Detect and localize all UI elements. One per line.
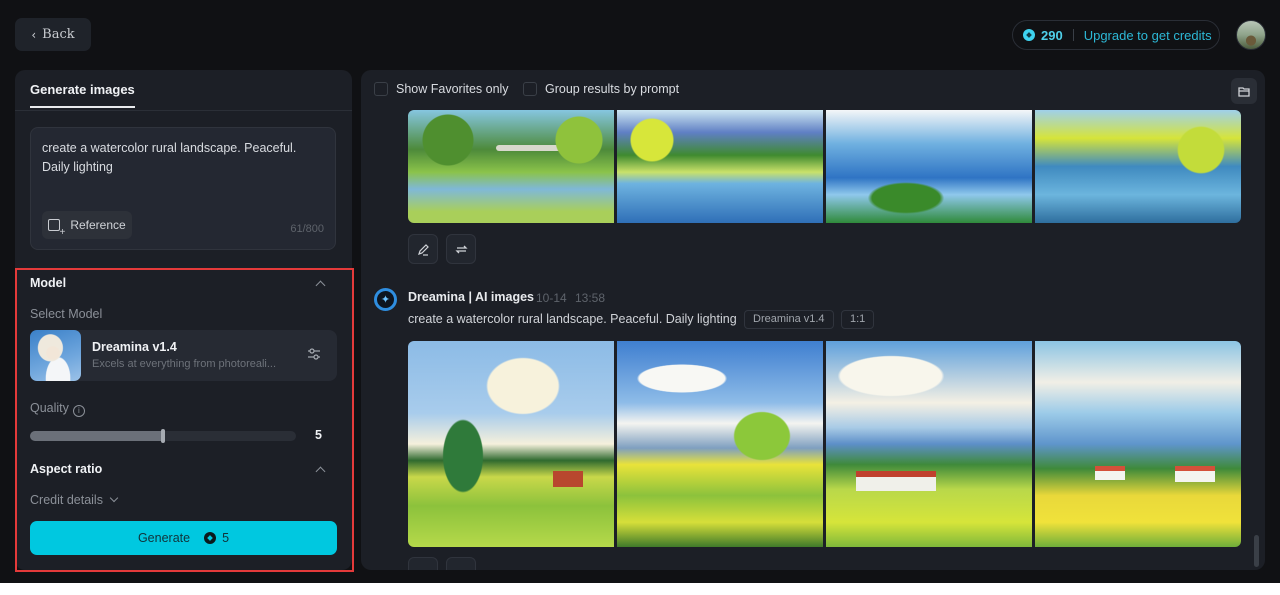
repeat-icon (454, 245, 468, 253)
folder-button[interactable] (1231, 78, 1257, 104)
result-image[interactable] (408, 110, 614, 223)
model-description: Excels at everything from photoreali... (92, 358, 277, 370)
add-image-icon (48, 219, 65, 238)
regenerate-button[interactable] (446, 234, 476, 264)
generation-title: Dreamina | AI images (408, 290, 535, 304)
info-icon[interactable]: i (72, 405, 85, 417)
model-thumbnail (30, 330, 81, 381)
model-settings-section: Model Select Model Dreamina v1.4 Excels … (15, 268, 354, 572)
result-image[interactable] (408, 341, 614, 547)
quality-slider-thumb[interactable] (161, 429, 165, 443)
edit-button[interactable] (408, 234, 438, 264)
model-selector[interactable]: Dreamina v1.4 Excels at everything from … (30, 330, 337, 381)
back-button[interactable]: ‹ Back (15, 18, 91, 51)
generate-cost: 5 (222, 531, 230, 545)
upgrade-link[interactable]: Upgrade to get credits (1084, 28, 1212, 43)
credit-details-toggle[interactable]: Credit details (30, 493, 119, 507)
prompt-input[interactable]: create a watercolor rural landscape. Pea… (30, 127, 336, 250)
result-image[interactable] (826, 110, 1032, 223)
result-image[interactable] (617, 341, 823, 547)
show-favorites-checkbox[interactable] (374, 82, 388, 96)
model-tag: Dreamina v1.4 (744, 310, 834, 329)
chevron-down-icon (109, 493, 119, 503)
results-scrollbar[interactable] (1254, 535, 1259, 567)
model-name: Dreamina v1.4 (92, 340, 177, 354)
quality-label-wrap: Quality i (30, 401, 85, 417)
prompt-text[interactable]: create a watercolor rural landscape. Pea… (42, 139, 327, 177)
generate-button[interactable]: Generate 5 (30, 521, 337, 555)
model-section-title: Model (30, 276, 67, 290)
group-results-label: Group results by prompt (545, 82, 680, 96)
tab-divider (15, 110, 352, 111)
generation-time: 13:58 (575, 291, 606, 305)
credit-count: 290 (1041, 27, 1063, 43)
show-favorites-label: Show Favorites only (396, 82, 509, 96)
collapse-aspect-icon[interactable] (315, 466, 326, 477)
result-image[interactable] (617, 110, 823, 223)
quality-value: 5 (315, 428, 322, 442)
image-row-latest (408, 341, 1241, 547)
pill-divider (1072, 29, 1074, 41)
generate-label: Generate (137, 531, 191, 545)
reference-label: Reference (70, 218, 126, 232)
edit-button[interactable] (408, 557, 438, 570)
user-avatar[interactable] (1236, 20, 1266, 50)
folder-icon (1238, 86, 1250, 97)
quality-slider-fill (30, 431, 163, 441)
sliders-icon[interactable] (307, 347, 321, 361)
quality-label: Quality (30, 401, 69, 415)
pencil-icon (417, 243, 429, 256)
chevron-left-icon: ‹ (31, 27, 37, 42)
credit-icon (1023, 29, 1035, 41)
generation-date: 10-14 (536, 291, 567, 305)
credits-pill: 290 Upgrade to get credits (1012, 20, 1220, 50)
reference-button[interactable]: Reference (42, 211, 132, 239)
select-model-label: Select Model (30, 307, 103, 321)
generation-prompt: create a watercolor rural landscape. Pea… (408, 312, 737, 326)
results-panel: Show Favorites only Group results by pro… (361, 70, 1265, 570)
generate-panel: Generate images create a watercolor rura… (15, 70, 354, 572)
tab-generate-images[interactable]: Generate images (30, 82, 135, 108)
image-row-previous (408, 110, 1241, 223)
regenerate-button[interactable] (446, 557, 476, 570)
group-results-toggle[interactable]: Group results by prompt (523, 82, 679, 96)
group-results-checkbox[interactable] (523, 82, 537, 96)
credit-icon (204, 532, 217, 544)
dreamina-logo-icon (374, 288, 397, 311)
aspect-ratio-title: Aspect ratio (30, 462, 103, 476)
result-image[interactable] (826, 341, 1032, 547)
collapse-model-icon[interactable] (315, 280, 326, 291)
quality-slider[interactable] (30, 429, 296, 443)
back-label: Back (42, 27, 75, 42)
credit-details-label: Credit details (30, 493, 103, 507)
show-favorites-toggle[interactable]: Show Favorites only (374, 82, 509, 96)
result-image[interactable] (1035, 110, 1241, 223)
result-image[interactable] (1035, 341, 1241, 547)
ratio-tag: 1:1 (841, 310, 875, 329)
char-count: 61/800 (290, 223, 324, 235)
page-bottom-edge (0, 583, 1280, 595)
